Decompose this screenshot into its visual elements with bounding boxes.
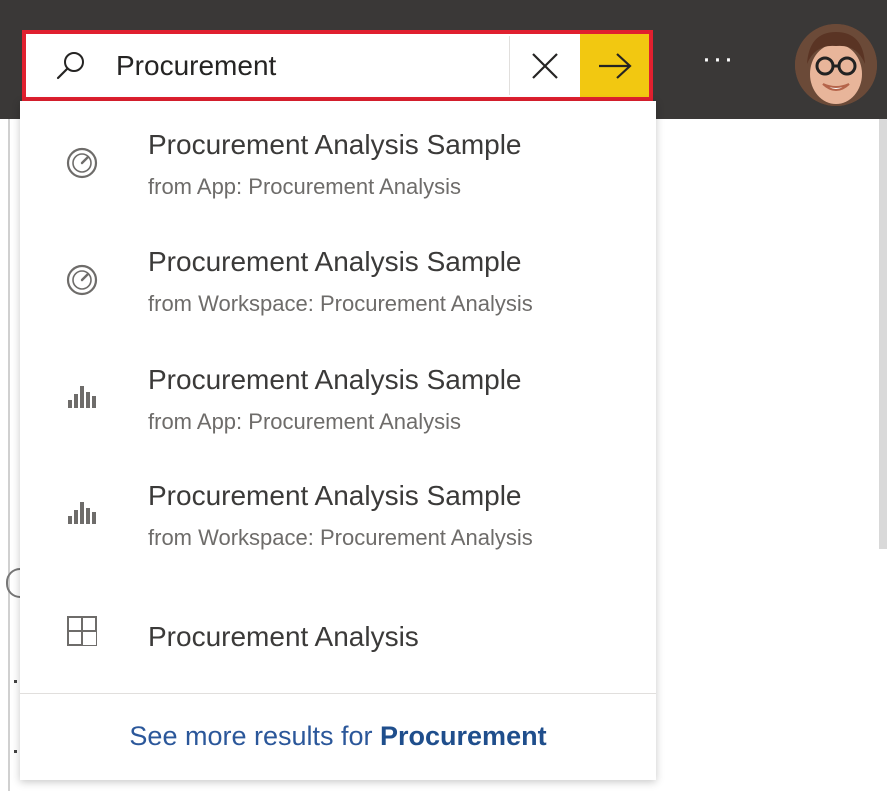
search-results-dropdown: Procurement Analysis Sample from App: Pr…	[20, 101, 656, 780]
see-more-prefix: See more results for	[129, 721, 381, 751]
result-title: Procurement Analysis Sample	[148, 480, 522, 511]
search-result-item[interactable]: Procurement Analysis Sample from App: Pr…	[20, 336, 656, 446]
result-subtitle: from App: Procurement Analysis	[148, 409, 462, 434]
clear-search-button[interactable]	[510, 34, 580, 97]
close-icon	[532, 52, 558, 79]
result-subtitle: from App: Procurement Analysis	[148, 174, 462, 199]
see-more-term: Procurement	[380, 721, 547, 751]
result-subtitle: from Workspace: Procurement Analysis	[148, 291, 533, 316]
dashboard-icon	[66, 264, 98, 296]
left-edge-border	[8, 119, 10, 791]
search-input[interactable]	[116, 34, 509, 97]
search-result-item[interactable]: Procurement Analysis	[20, 581, 656, 691]
result-title: Procurement Analysis Sample	[148, 129, 522, 160]
left-edge-dot	[14, 750, 17, 753]
result-title: Procurement Analysis Sample	[148, 364, 522, 395]
dropdown-divider	[20, 693, 656, 694]
search-box[interactable]	[22, 30, 653, 101]
arrow-right-icon	[598, 52, 632, 79]
result-title: Procurement Analysis Sample	[148, 246, 522, 277]
scrollbar[interactable]	[879, 119, 887, 549]
see-more-results-link[interactable]: See more results for Procurement	[20, 721, 656, 752]
search-result-item[interactable]: Procurement Analysis Sample from Workspa…	[20, 218, 656, 328]
search-result-item[interactable]: Procurement Analysis Sample from App: Pr…	[20, 101, 656, 211]
workspace-icon	[67, 616, 97, 646]
search-result-item[interactable]: Procurement Analysis Sample from Workspa…	[20, 452, 656, 562]
dashboard-icon	[66, 147, 98, 179]
result-title: Procurement Analysis	[148, 621, 419, 652]
search-submit-button[interactable]	[580, 34, 649, 97]
search-icon	[26, 34, 116, 97]
user-avatar[interactable]	[795, 24, 877, 106]
report-icon	[68, 386, 96, 408]
more-options-button[interactable]: ···	[692, 44, 744, 84]
report-icon	[68, 502, 96, 524]
result-subtitle: from Workspace: Procurement Analysis	[148, 525, 533, 550]
avatar-icon	[795, 24, 877, 106]
left-edge-dot	[14, 680, 17, 683]
